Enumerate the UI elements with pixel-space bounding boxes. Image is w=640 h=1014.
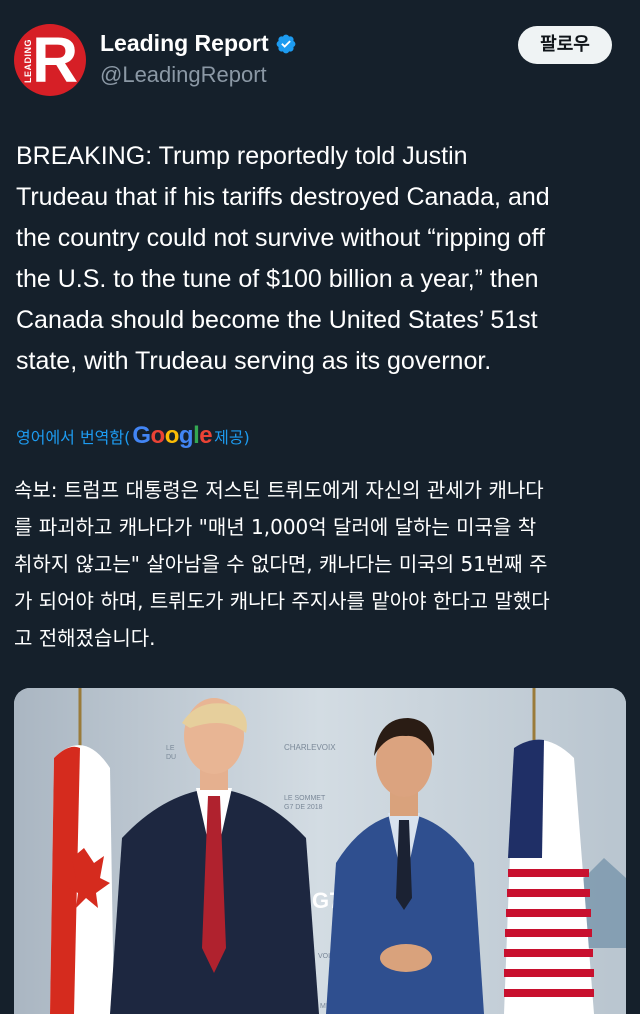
tweet-line: the U.S. to the tune of $100 billion a y… xyxy=(16,265,539,293)
backdrop-text: DU xyxy=(166,754,176,761)
translated-line: 고 전해졌습니다. xyxy=(14,626,156,650)
tweet-line: the country could not survive without “r… xyxy=(16,224,545,252)
follow-button[interactable]: 팔로우 xyxy=(518,26,612,64)
avatar-logo-letter: R xyxy=(32,24,79,96)
translate-prefix: 영어에서 번역함( xyxy=(16,428,131,447)
translated-text: 속보: 트럼프 대통령은 저스틴 트뤼도에게 자신의 관세가 캐나다 를 파괴하… xyxy=(14,472,626,657)
tweet-line: state, with Trudeau serving as its gover… xyxy=(16,347,492,375)
account-name-row: Leading Report xyxy=(100,30,297,57)
translated-line: 속보: 트럼프 대통령은 저스틴 트뤼도에게 자신의 관세가 캐나다 xyxy=(14,478,544,502)
account-handle[interactable]: @LeadingReport xyxy=(100,62,267,88)
translated-line: 가 되어야 하며, 트뤼도가 캐나다 주지사를 맡아야 한다고 말했다 xyxy=(14,589,550,613)
backdrop-text: CHARLEVOIX xyxy=(284,743,336,752)
backdrop-text: LE xyxy=(166,745,175,752)
tweet-line: Trudeau that if his tariffs destroyed Ca… xyxy=(16,183,550,211)
tweet-line: BREAKING: Trump reportedly told Justin xyxy=(16,142,468,170)
tweet-line: Canada should become the United States’ … xyxy=(16,306,538,334)
avatar-logo-text: LEADING xyxy=(23,39,33,83)
account-name[interactable]: Leading Report xyxy=(100,30,269,57)
backdrop-text: LE SOMMET xyxy=(284,795,326,802)
avatar[interactable]: R LEADING xyxy=(14,24,86,96)
translate-suffix: 제공) xyxy=(214,428,250,447)
backdrop-text: G7 DE 2018 xyxy=(284,804,323,811)
translate-link[interactable]: 영어에서 번역함( Google 제공) xyxy=(16,422,250,450)
tweet-photo[interactable]: CHARLEVOIX LE SOMMET G7 DE 2018 G7 VOIX … xyxy=(14,688,626,1014)
google-logo: Google xyxy=(132,422,213,449)
photo-illustration: CHARLEVOIX LE SOMMET G7 DE 2018 G7 VOIX … xyxy=(14,688,626,1014)
translated-line: 취하지 않고는" 살아남을 수 없다면, 캐나다는 미국의 51번째 주 xyxy=(14,552,548,576)
tweet-text: BREAKING: Trump reportedly told Justin T… xyxy=(16,136,628,382)
verified-badge-icon xyxy=(276,34,296,53)
translated-line: 를 파괴하고 캐나다가 "매년 1,000억 달러에 달하는 미국을 착 xyxy=(14,515,537,539)
